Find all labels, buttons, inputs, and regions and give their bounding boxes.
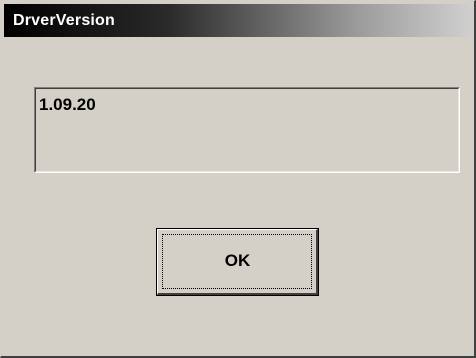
window-title: DrverVersion bbox=[13, 12, 116, 29]
version-value: 1.09.20 bbox=[39, 95, 96, 114]
ok-button[interactable]: OK bbox=[156, 228, 319, 296]
title-bar[interactable]: DrverVersion bbox=[4, 4, 472, 37]
driver-version-dialog: DrverVersion 1.09.20 OK bbox=[0, 0, 476, 358]
ok-button-label: OK bbox=[224, 251, 251, 270]
version-display-bevel: 1.09.20 bbox=[35, 88, 459, 172]
version-display-box: 1.09.20 bbox=[34, 87, 460, 173]
